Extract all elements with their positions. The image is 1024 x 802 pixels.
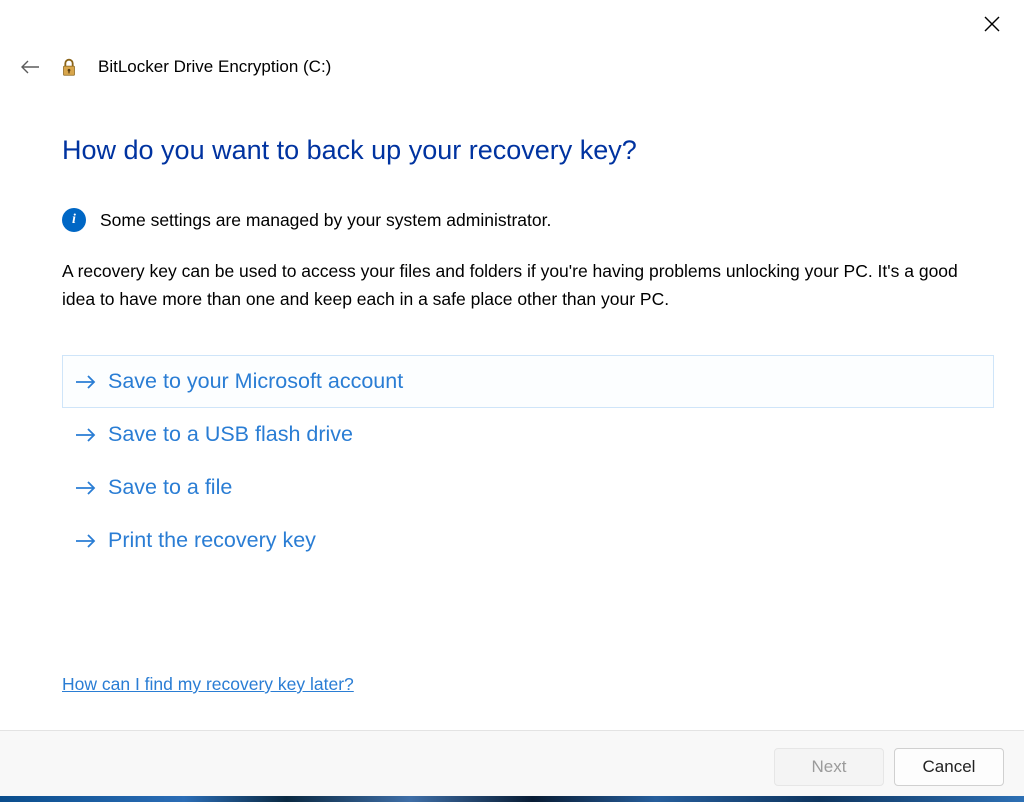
footer-bar: Next Cancel <box>0 730 1024 802</box>
arrow-right-icon <box>75 371 97 393</box>
option-microsoft-account[interactable]: Save to your Microsoft account <box>62 355 994 408</box>
option-label: Save to a file <box>108 475 232 500</box>
page-heading: How do you want to back up your recovery… <box>62 135 994 166</box>
content-area: How do you want to back up your recovery… <box>62 135 994 567</box>
option-usb-flash-drive[interactable]: Save to a USB flash drive <box>62 408 994 461</box>
arrow-right-icon <box>75 530 97 552</box>
option-label: Print the recovery key <box>108 528 316 553</box>
help-link-wrap: How can I find my recovery key later? <box>62 674 354 695</box>
option-print[interactable]: Print the recovery key <box>62 514 994 567</box>
help-link-find-key[interactable]: How can I find my recovery key later? <box>62 674 354 694</box>
description-text: A recovery key can be used to access you… <box>62 258 994 313</box>
close-button[interactable] <box>982 14 1002 34</box>
bitlocker-icon <box>58 56 80 78</box>
arrow-right-icon <box>75 477 97 499</box>
option-label: Save to your Microsoft account <box>108 369 403 394</box>
back-button[interactable] <box>20 57 40 77</box>
cancel-button[interactable]: Cancel <box>894 748 1004 786</box>
back-arrow-icon <box>20 59 40 75</box>
option-file[interactable]: Save to a file <box>62 461 994 514</box>
header: BitLocker Drive Encryption (C:) <box>20 56 331 78</box>
next-button[interactable]: Next <box>774 748 884 786</box>
arrow-right-icon <box>75 424 97 446</box>
option-label: Save to a USB flash drive <box>108 422 353 447</box>
backup-options-list: Save to your Microsoft account Save to a … <box>62 355 994 567</box>
info-icon: i <box>62 208 86 232</box>
window-title: BitLocker Drive Encryption (C:) <box>98 57 331 77</box>
taskbar-edge <box>0 796 1024 802</box>
close-icon <box>984 16 1000 32</box>
admin-info-text: Some settings are managed by your system… <box>100 210 551 231</box>
admin-info-row: i Some settings are managed by your syst… <box>62 208 994 232</box>
